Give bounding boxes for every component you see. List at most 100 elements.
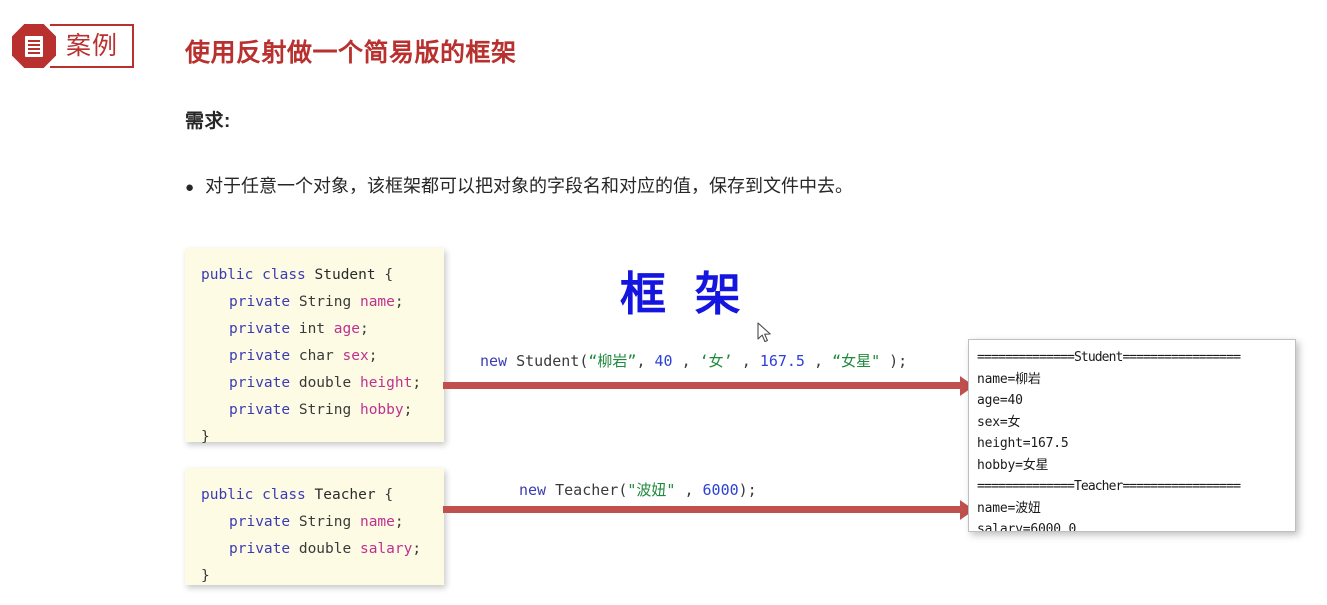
- code-line: private char sex;: [201, 343, 444, 370]
- code-line: private String name;: [201, 289, 444, 316]
- code-token: {: [375, 267, 394, 283]
- code-token: double: [298, 541, 352, 557]
- code-token: private: [229, 321, 291, 337]
- code-token: String: [298, 402, 352, 418]
- arrow-teacher-to-output: [443, 499, 974, 520]
- code-token: class: [262, 487, 306, 503]
- code-token: ;: [394, 514, 404, 530]
- code-token: private: [229, 294, 291, 310]
- badge-label-box: 案例: [50, 24, 135, 68]
- code-token: class: [262, 267, 306, 283]
- code-token: ;: [403, 402, 413, 418]
- requirement-bullet-text: 对于任意一个对象，该框架都可以把对象的字段名和对应的值，保存到文件中去。: [205, 176, 854, 196]
- console-output-panel: ==============Student================= na…: [968, 339, 1296, 532]
- code-block-student: public class Student {private String nam…: [185, 248, 444, 445]
- badge-hexagon: [12, 24, 56, 68]
- code-line: public class Student {: [201, 262, 444, 289]
- code-line: private String hobby;: [201, 397, 444, 424]
- code-token: int: [298, 321, 326, 337]
- output-separator-line: ==============Teacher=================: [977, 479, 1241, 494]
- page-title: 使用反射做一个简易版的框架: [185, 39, 517, 67]
- code-token: ;: [359, 321, 369, 337]
- mouse-cursor-icon: [757, 322, 771, 343]
- output-line: name=柳岩: [977, 371, 1041, 387]
- code-line: private int age;: [201, 316, 444, 343]
- code-token: Student: [314, 267, 376, 283]
- output-line: height=167.5: [977, 436, 1069, 451]
- code-token: private: [229, 402, 291, 418]
- code-token: ,: [636, 352, 655, 370]
- arrow-student-to-output: [443, 375, 974, 396]
- code-token: private: [229, 541, 291, 557]
- output-line: salary=6000.0: [977, 522, 1077, 532]
- code-token: hobby: [359, 402, 404, 418]
- code-token: 40: [654, 352, 673, 370]
- code-token: age: [333, 321, 360, 337]
- code-block-teacher: public class Teacher {private String nam…: [185, 468, 444, 585]
- code-token: Teacher: [314, 487, 376, 503]
- expression-new-student: new Student(“柳岩”, 40 , ‘女’ , 167.5 , “女星…: [480, 350, 907, 371]
- code-token: private: [229, 348, 291, 364]
- code-token: double: [298, 375, 352, 391]
- code-line: public class Teacher {: [201, 482, 444, 509]
- bullet-dot-icon: ●: [185, 179, 195, 196]
- code-token: public: [201, 267, 254, 283]
- output-line: age=40: [977, 393, 1023, 408]
- document-icon: [25, 35, 43, 57]
- expression-new-teacher: new Teacher("波妞" , 6000);: [519, 479, 757, 500]
- code-token: public: [201, 487, 254, 503]
- code-line: private double salary;: [201, 536, 444, 563]
- code-token: "波妞": [627, 481, 676, 499]
- code-token: Teacher(: [546, 481, 628, 499]
- code-token: ,: [804, 352, 833, 370]
- code-token: ,: [675, 481, 703, 499]
- code-token: ;: [368, 348, 378, 364]
- output-line: hobby=女星: [977, 457, 1049, 473]
- code-token: new: [480, 352, 508, 370]
- code-line: private String name;: [201, 509, 444, 536]
- code-line: }: [201, 563, 444, 590]
- code-token: name: [359, 514, 395, 530]
- code-token: );: [738, 481, 757, 499]
- code-token: ;: [394, 294, 404, 310]
- framework-label: 框 架: [620, 268, 749, 320]
- output-line: sex=女: [977, 414, 1021, 430]
- code-token: private: [229, 375, 291, 391]
- code-token: ;: [412, 375, 422, 391]
- code-token: new: [519, 481, 547, 499]
- badge-label: 案例: [66, 31, 119, 60]
- code-token: 6000: [702, 481, 739, 499]
- code-token: String: [298, 514, 352, 530]
- code-token: sex: [342, 348, 369, 364]
- case-badge: 案例: [12, 24, 135, 68]
- output-separator-line: ==============Student=================: [977, 350, 1241, 365]
- code-token: “女星": [832, 352, 881, 370]
- code-token: ‘女’: [699, 352, 733, 370]
- code-token: char: [298, 348, 334, 364]
- code-line: private double height;: [201, 370, 444, 397]
- code-token: private: [229, 514, 291, 530]
- code-token: ,: [732, 352, 760, 370]
- code-token: salary: [359, 541, 413, 557]
- code-token: );: [880, 352, 908, 370]
- code-token: height: [359, 375, 413, 391]
- code-token: ,: [672, 352, 700, 370]
- code-token: Student(: [507, 352, 589, 370]
- code-token: ;: [412, 541, 422, 557]
